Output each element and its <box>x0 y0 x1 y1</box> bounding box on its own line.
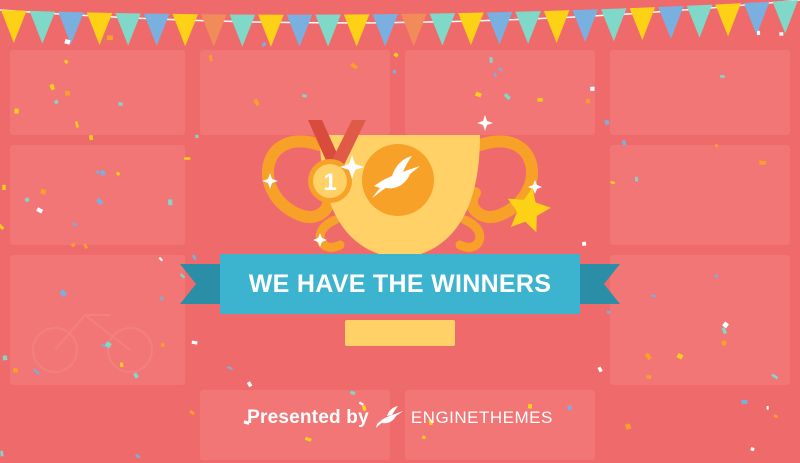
confetti-piece <box>720 340 728 347</box>
confetti-piece <box>644 352 652 361</box>
confetti-piece <box>74 121 79 128</box>
confetti-piece <box>586 98 590 104</box>
confetti-piece <box>226 365 233 371</box>
confetti-piece <box>2 355 8 361</box>
confetti-piece <box>135 453 141 459</box>
confetti-piece <box>714 274 719 278</box>
confetti-piece <box>115 171 121 176</box>
confetti-piece <box>64 39 71 45</box>
confetti-piece <box>95 170 100 175</box>
confetti-piece <box>597 366 603 373</box>
confetti-piece <box>64 90 71 96</box>
confetti-piece <box>184 157 191 160</box>
confetti-piece <box>160 343 165 347</box>
confetti-piece <box>70 242 76 248</box>
confetti-piece <box>393 70 397 74</box>
confetti-piece <box>757 30 761 36</box>
confetti-piece <box>646 374 652 380</box>
confetti-piece <box>261 41 267 48</box>
confetti-piece <box>493 72 498 78</box>
confetti-piece <box>2 184 6 191</box>
confetti-piece <box>191 340 198 345</box>
confetti-piece <box>621 139 627 146</box>
first-place-number: 1 <box>323 169 337 196</box>
confetti-piece <box>167 199 173 206</box>
confetti-piece <box>771 373 779 380</box>
confetti-piece <box>610 180 615 185</box>
confetti-piece <box>208 54 213 62</box>
confetti-piece <box>349 390 356 396</box>
confetti-piece <box>474 91 482 98</box>
confetti-piece <box>158 256 164 262</box>
confetti-piece <box>722 321 729 329</box>
confetti-piece <box>651 294 657 298</box>
confetti-piece <box>118 101 123 107</box>
confetti-piece <box>106 35 113 41</box>
brand-name: ENGINETHEMES <box>410 408 553 427</box>
confetti-piece <box>246 381 253 388</box>
confetti-piece <box>100 169 106 177</box>
star-icon <box>507 187 551 233</box>
confetti-piece <box>590 86 595 91</box>
confetti-piece <box>96 197 104 206</box>
confetti-piece <box>0 223 5 230</box>
confetti-piece <box>0 450 4 457</box>
confetti-piece <box>59 289 68 298</box>
presented-by: Presented by ENGINETHEMES <box>0 398 800 438</box>
confetti-piece <box>132 372 139 379</box>
confetti-piece <box>88 134 94 141</box>
confetti-piece <box>40 188 47 195</box>
confetti-piece <box>160 296 164 301</box>
confetti-piece <box>759 160 766 165</box>
confetti-piece <box>503 92 511 101</box>
confetti-piece <box>489 57 493 63</box>
confetti-piece <box>537 97 543 102</box>
confetti-piece <box>714 143 719 148</box>
confetti-piece <box>14 108 19 114</box>
confetti-piece <box>119 362 124 368</box>
confetti-piece <box>720 75 725 78</box>
confetti-piece <box>350 62 358 70</box>
headline: WE HAVE THE WINNERS <box>248 269 552 298</box>
winners-banner: 1 WE HAVE THE WINNERS Presented by ENGIN… <box>0 0 800 463</box>
confetti-piece <box>72 222 78 227</box>
confetti-piece <box>195 134 199 139</box>
confetti-piece <box>63 59 69 65</box>
hummingbird-icon <box>375 406 403 428</box>
confetti-piece <box>779 32 784 36</box>
confetti-piece <box>393 52 399 58</box>
presented-label: Presented by <box>247 407 369 428</box>
confetti-piece <box>53 99 59 105</box>
confetti-piece <box>634 176 639 182</box>
confetti-piece <box>750 447 755 452</box>
confetti-piece <box>497 67 503 72</box>
confetti-piece <box>49 83 56 91</box>
confetti-piece <box>24 197 30 203</box>
confetti-piece <box>12 368 19 373</box>
confetti-piece <box>83 243 88 249</box>
confetti-piece <box>33 368 40 375</box>
confetti-piece <box>36 207 44 214</box>
confetti-piece <box>301 93 307 98</box>
confetti-piece <box>604 119 610 126</box>
confetti-piece <box>676 352 684 360</box>
